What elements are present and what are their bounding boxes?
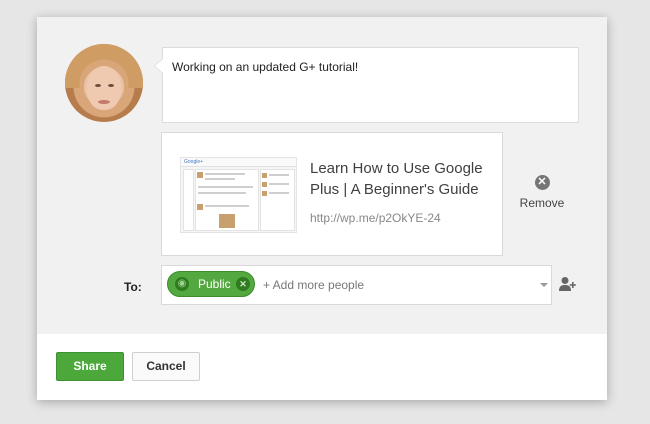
avatar-lips bbox=[98, 100, 110, 104]
thumbnail-line bbox=[269, 183, 289, 185]
thumbnail-avatar bbox=[262, 173, 267, 178]
post-text: Working on an updated G+ tutorial! bbox=[172, 60, 359, 74]
add-person-icon[interactable] bbox=[559, 276, 577, 292]
audience-field[interactable]: ◉ Public ✕ + Add more people bbox=[161, 265, 552, 305]
share-dialog: Working on an updated G+ tutorial! Googl… bbox=[37, 17, 607, 400]
thumbnail-header-bar: Google+ bbox=[181, 158, 296, 167]
thumbnail-logo: Google+ bbox=[184, 159, 204, 165]
thumbnail-avatar bbox=[262, 182, 267, 187]
thumbnail-avatar bbox=[262, 191, 267, 196]
dropdown-arrow-icon[interactable] bbox=[540, 283, 548, 287]
add-people-input[interactable]: + Add more people bbox=[263, 278, 364, 292]
thumbnail-line bbox=[205, 178, 235, 180]
cancel-button[interactable]: Cancel bbox=[132, 352, 200, 381]
post-text-box[interactable]: Working on an updated G+ tutorial! bbox=[154, 47, 579, 123]
avatar bbox=[65, 44, 143, 122]
to-label: To: bbox=[124, 280, 142, 294]
thumbnail-line bbox=[205, 173, 245, 175]
thumbnail-avatar bbox=[197, 172, 203, 178]
remove-label: Remove bbox=[519, 196, 565, 210]
chip-label: Public bbox=[198, 277, 231, 291]
avatar-eye bbox=[108, 84, 114, 87]
remove-link-button[interactable]: ✕ Remove bbox=[515, 175, 569, 212]
thumbnail-line bbox=[269, 192, 289, 194]
thumbnail-line bbox=[198, 186, 253, 188]
remove-icon: ✕ bbox=[534, 175, 550, 190]
share-button[interactable]: Share bbox=[56, 352, 124, 381]
thumbnail-image bbox=[219, 214, 235, 228]
thumbnail-right-panel bbox=[260, 169, 295, 231]
chip-remove-icon[interactable]: ✕ bbox=[236, 277, 250, 291]
globe-icon: ◉ bbox=[175, 277, 189, 291]
thumbnail-sidebar bbox=[183, 169, 194, 231]
link-preview-card[interactable]: Google+ Learn How to Use Google Plus | A… bbox=[161, 132, 503, 256]
public-chip[interactable]: ◉ Public ✕ bbox=[167, 271, 255, 297]
thumbnail-line bbox=[198, 192, 246, 194]
thumbnail-avatar bbox=[197, 204, 203, 210]
link-title[interactable]: Learn How to Use Google Plus | A Beginne… bbox=[310, 158, 492, 200]
thumbnail-line bbox=[205, 205, 249, 207]
avatar-eye bbox=[95, 84, 101, 87]
link-url[interactable]: http://wp.me/p2OkYE-24 bbox=[310, 211, 441, 225]
link-thumbnail: Google+ bbox=[180, 157, 297, 233]
thumbnail-line bbox=[269, 174, 289, 176]
